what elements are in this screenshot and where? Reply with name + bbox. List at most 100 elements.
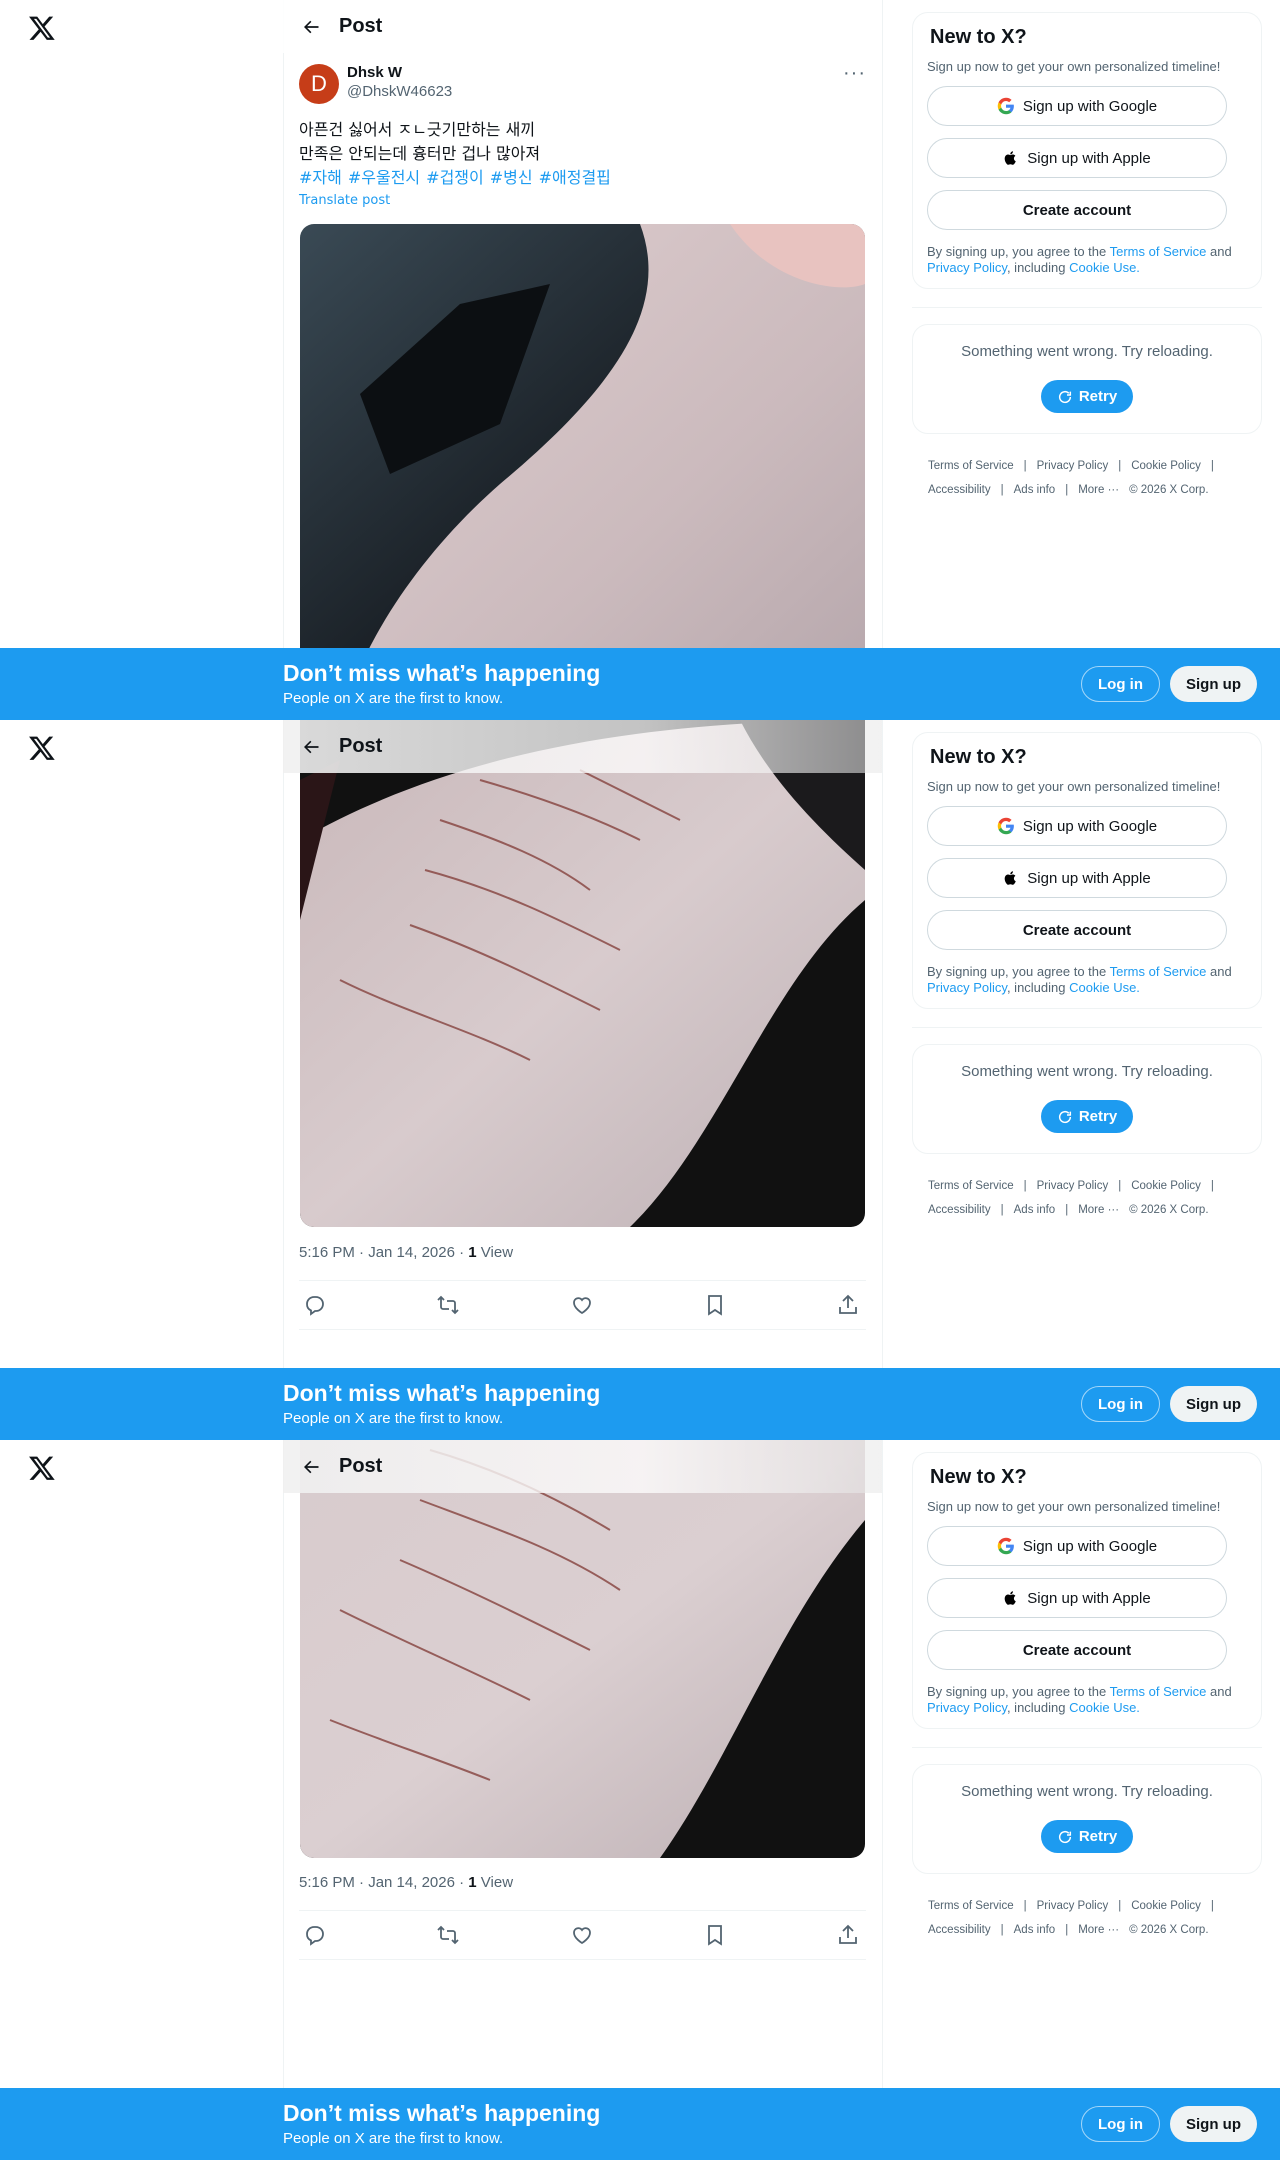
footer-terms[interactable]: Terms of Service bbox=[928, 460, 1014, 472]
x-logo-icon[interactable] bbox=[28, 1454, 56, 1482]
post-column: 5:16 PM · Jan 14, 2026 · 1 View bbox=[283, 720, 882, 1440]
page-title: Post bbox=[339, 1455, 383, 1477]
signup-terms: By signing up, you agree to the Terms of… bbox=[927, 1684, 1232, 1715]
reply-icon[interactable] bbox=[303, 1923, 327, 1947]
user-handle[interactable]: @DhskW46623 bbox=[347, 82, 843, 102]
post-image[interactable] bbox=[300, 224, 865, 720]
frame-bottom: Post 5:16 PM · Jan 14, 2026 · 1 View New… bbox=[0, 1440, 1280, 2160]
footer-accessibility[interactable]: Accessibility bbox=[928, 1924, 991, 1936]
footer-terms[interactable]: Terms of Service bbox=[928, 1900, 1014, 1912]
cookie-link[interactable]: Cookie Use. bbox=[1069, 1700, 1140, 1715]
google-signup-button[interactable]: Sign up with Google bbox=[927, 86, 1227, 126]
signup-title: New to X? bbox=[930, 746, 1027, 768]
cookie-link[interactable]: Cookie Use. bbox=[1069, 980, 1140, 995]
create-account-button[interactable]: Create account bbox=[927, 910, 1227, 950]
signup-terms: By signing up, you agree to the Terms of… bbox=[927, 964, 1232, 995]
hashtag[interactable]: #병신 bbox=[490, 168, 533, 187]
repost-icon[interactable] bbox=[436, 1923, 460, 1947]
page-title: Post bbox=[339, 15, 383, 37]
post-text: 아픈건 싫어서 ㅈㄴ긋기만하는 새끼 만족은 안되는데 흉터만 겁나 많아져 #… bbox=[299, 118, 866, 210]
terms-link[interactable]: Terms of Service bbox=[1110, 964, 1207, 979]
share-icon[interactable] bbox=[836, 1293, 860, 1317]
reply-icon[interactable] bbox=[303, 1293, 327, 1317]
footer-terms[interactable]: Terms of Service bbox=[928, 1180, 1014, 1192]
post-meta: 5:16 PM · Jan 14, 2026 · 1 View bbox=[299, 1244, 513, 1261]
like-icon[interactable] bbox=[570, 1923, 594, 1947]
apple-signup-button[interactable]: Sign up with Apple bbox=[927, 858, 1227, 898]
signup-title: New to X? bbox=[930, 26, 1027, 48]
post-image[interactable] bbox=[300, 1440, 865, 1858]
error-card: Something went wrong. Try reloading. Ret… bbox=[912, 1764, 1262, 1874]
translate-post-link[interactable]: Translate post bbox=[299, 192, 866, 210]
x-logo-icon[interactable] bbox=[28, 734, 56, 762]
post-timestamp[interactable]: 5:16 PM · Jan 14, 2026 · bbox=[299, 1244, 468, 1261]
footer-ads[interactable]: Ads info bbox=[1014, 1204, 1056, 1216]
footer-copyright: © 2026 X Corp. bbox=[1129, 1204, 1209, 1216]
footer-more[interactable]: More ··· bbox=[1078, 484, 1119, 496]
terms-link[interactable]: Terms of Service bbox=[1110, 1684, 1207, 1699]
login-button[interactable]: Log in bbox=[1081, 666, 1160, 702]
hashtag[interactable]: #우울전시 bbox=[348, 168, 420, 187]
repost-icon[interactable] bbox=[436, 1293, 460, 1317]
post-image[interactable] bbox=[300, 720, 865, 1227]
create-account-button[interactable]: Create account bbox=[927, 1630, 1227, 1670]
privacy-link[interactable]: Privacy Policy bbox=[927, 980, 1007, 995]
retry-button[interactable]: Retry bbox=[1040, 1820, 1134, 1853]
column-border-right bbox=[882, 720, 883, 1440]
footer-ads[interactable]: Ads info bbox=[1014, 1924, 1056, 1936]
footer-privacy[interactable]: Privacy Policy bbox=[1037, 460, 1109, 472]
privacy-link[interactable]: Privacy Policy bbox=[927, 260, 1007, 275]
more-options-icon[interactable]: ··· bbox=[843, 63, 866, 83]
footer-ads[interactable]: Ads info bbox=[1014, 484, 1056, 496]
login-button[interactable]: Log in bbox=[1081, 2106, 1160, 2142]
page-title: Post bbox=[339, 735, 383, 757]
footer-links: Terms of Service | Privacy Policy | Cookie P… bbox=[928, 460, 1214, 496]
create-account-button[interactable]: Create account bbox=[927, 190, 1227, 230]
cookie-link[interactable]: Cookie Use. bbox=[1069, 260, 1140, 275]
footer-more[interactable]: More ··· bbox=[1078, 1924, 1119, 1936]
footer-cookie[interactable]: Cookie Policy bbox=[1131, 1180, 1201, 1192]
back-arrow-icon[interactable] bbox=[283, 1457, 339, 1477]
display-name[interactable]: Dhsk W bbox=[347, 64, 843, 82]
signup-button[interactable]: Sign up bbox=[1170, 2106, 1257, 2142]
avatar[interactable]: D bbox=[299, 64, 339, 104]
hashtag[interactable]: #자해 bbox=[299, 168, 342, 187]
post-meta: 5:16 PM · Jan 14, 2026 · 1 View bbox=[299, 1874, 513, 1891]
retry-button[interactable]: Retry bbox=[1040, 1100, 1134, 1133]
hashtag[interactable]: #겁쟁이 bbox=[426, 168, 484, 187]
privacy-link[interactable]: Privacy Policy bbox=[927, 1700, 1007, 1715]
post-timestamp[interactable]: 5:16 PM · Jan 14, 2026 · bbox=[299, 1874, 468, 1891]
footer-accessibility[interactable]: Accessibility bbox=[928, 1204, 991, 1216]
bookmark-icon[interactable] bbox=[703, 1293, 727, 1317]
error-message: Something went wrong. Try reloading. bbox=[961, 343, 1213, 360]
refresh-icon bbox=[1058, 1110, 1071, 1123]
footer-privacy[interactable]: Privacy Policy bbox=[1037, 1900, 1109, 1912]
google-signup-button[interactable]: Sign up with Google bbox=[927, 1526, 1227, 1566]
footer-more[interactable]: More ··· bbox=[1078, 1204, 1119, 1216]
hashtag[interactable]: #애정결핍 bbox=[539, 168, 611, 187]
signup-banner: Don’t miss what’s happening People on X … bbox=[0, 1368, 1280, 1440]
apple-signup-button[interactable]: Sign up with Apple bbox=[927, 138, 1227, 178]
apple-signup-button[interactable]: Sign up with Apple bbox=[927, 1578, 1227, 1618]
back-arrow-icon[interactable] bbox=[283, 17, 339, 37]
bookmark-icon[interactable] bbox=[703, 1923, 727, 1947]
google-signup-button[interactable]: Sign up with Google bbox=[927, 806, 1227, 846]
terms-link[interactable]: Terms of Service bbox=[1110, 244, 1207, 259]
back-arrow-icon[interactable] bbox=[283, 737, 339, 757]
signup-card: New to X? Sign up now to get your own pe… bbox=[912, 1452, 1262, 1729]
footer-cookie[interactable]: Cookie Policy bbox=[1131, 460, 1201, 472]
footer-privacy[interactable]: Privacy Policy bbox=[1037, 1180, 1109, 1192]
like-icon[interactable] bbox=[570, 1293, 594, 1317]
footer-accessibility[interactable]: Accessibility bbox=[928, 484, 991, 496]
signup-button[interactable]: Sign up bbox=[1170, 1386, 1257, 1422]
footer-cookie[interactable]: Cookie Policy bbox=[1131, 1900, 1201, 1912]
signup-banner: Don’t miss what’s happening People on X … bbox=[0, 2088, 1280, 2160]
login-button[interactable]: Log in bbox=[1081, 1386, 1160, 1422]
retry-button[interactable]: Retry bbox=[1040, 380, 1134, 413]
view-count: 1 bbox=[468, 1244, 477, 1261]
banner-subtitle: People on X are the first to know. bbox=[283, 690, 504, 707]
x-logo-icon[interactable] bbox=[28, 14, 56, 42]
error-card: Something went wrong. Try reloading. Ret… bbox=[912, 1044, 1262, 1154]
signup-button[interactable]: Sign up bbox=[1170, 666, 1257, 702]
share-icon[interactable] bbox=[836, 1923, 860, 1947]
